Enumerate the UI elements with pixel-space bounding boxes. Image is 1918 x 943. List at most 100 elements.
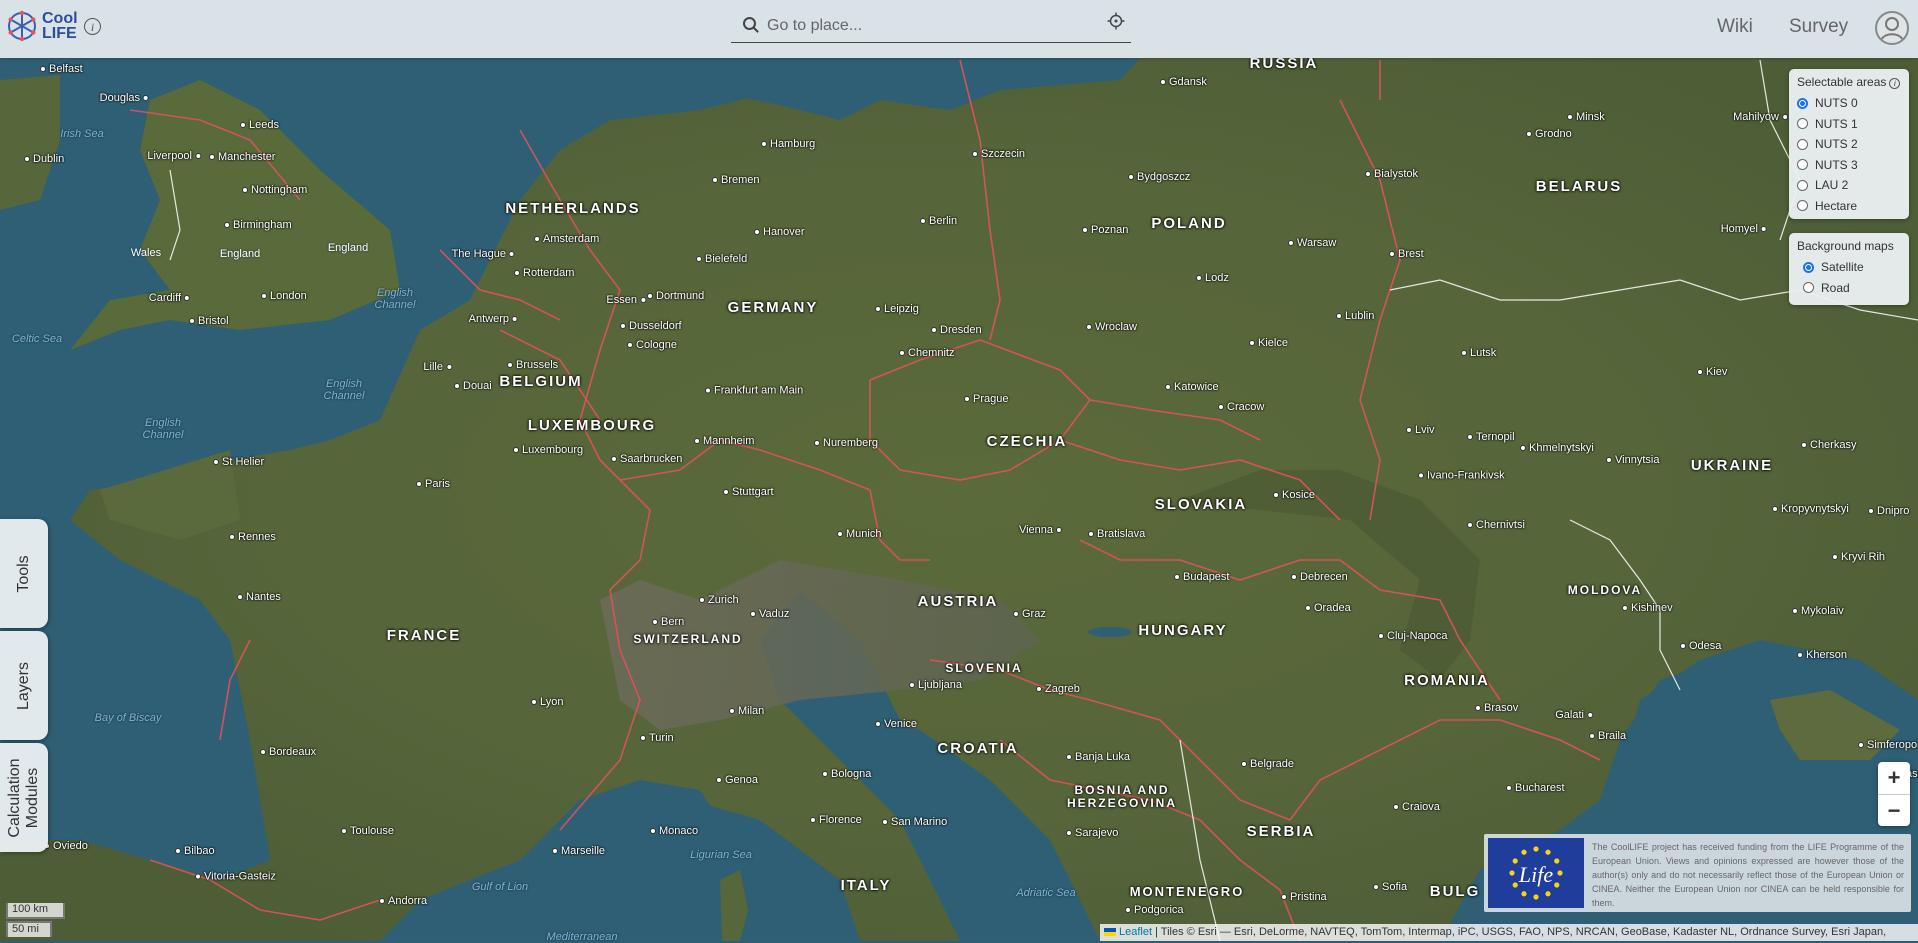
map-label-country: GERMANY	[727, 299, 819, 316]
map-label-city: Hanover	[754, 226, 805, 238]
zoom-out-button[interactable]: −	[1878, 795, 1910, 827]
map-label-country: HUNGARY	[1138, 622, 1228, 639]
map-label-city: Cracow	[1218, 401, 1264, 413]
map-label-city: Amsterdam	[534, 233, 599, 245]
map-label-city: Minsk	[1567, 111, 1605, 123]
map-label-region: England	[327, 242, 369, 254]
map-label-city: Berlin	[920, 215, 957, 227]
map-label-city: Prague	[964, 393, 1008, 405]
top-bar: Cool LIFE i Wiki Survey	[0, 0, 1918, 58]
map-label-country: AUSTRIA	[917, 593, 999, 610]
map-label-city: Leeds	[240, 119, 279, 131]
map-label-city: Szczecin	[972, 148, 1025, 160]
map-label-city: Ternopil	[1467, 431, 1515, 443]
background-maps-panel: Background maps Satellite Road	[1789, 233, 1909, 305]
eu-star	[1545, 849, 1551, 855]
radio-label: NUTS 1	[1815, 116, 1858, 131]
logo-text-line1: Cool	[42, 10, 78, 27]
map-canvas[interactable]: RUSSIA NETHERLANDS GERMANY POLAND BELARU…	[0, 0, 1918, 943]
radio-lau2[interactable]: LAU 2	[1797, 175, 1901, 196]
radio-nuts1[interactable]: NUTS 1	[1797, 114, 1901, 135]
map-label-city: Podgorica	[1125, 904, 1184, 916]
map-label-city: Kosice	[1273, 489, 1315, 501]
eu-star	[1521, 849, 1527, 855]
map-label-country: ROMANIA	[1404, 672, 1490, 689]
map-label-city: Odesa	[1680, 640, 1721, 652]
map-label-city: Ljubljana	[909, 679, 962, 691]
map-terrain	[0, 0, 1918, 941]
radio-satellite[interactable]: Satellite	[1797, 257, 1901, 278]
tab-calculation-modules-label: Calculation Modules	[6, 758, 42, 837]
radio-button[interactable]	[1797, 159, 1808, 171]
nav-link-wiki[interactable]: Wiki	[1717, 16, 1753, 38]
map-label-country: BELGIUM	[499, 373, 583, 390]
map-label-city: Nuremberg	[814, 437, 878, 449]
nav-link-survey[interactable]: Survey	[1789, 16, 1848, 38]
map-label-city: Kryvi Rih	[1832, 551, 1885, 563]
map-label-city: Antwerp	[469, 313, 518, 325]
map-label-city: Homyel	[1721, 223, 1767, 235]
map-label-city: Pristina	[1281, 891, 1327, 903]
radio-button[interactable]	[1803, 282, 1814, 294]
tab-layers[interactable]: Layers	[0, 631, 48, 740]
map-label-country: SERBIA	[1246, 823, 1316, 840]
map-label-water: Ligurian Sea	[690, 849, 752, 861]
tab-tools[interactable]: Tools	[0, 519, 48, 628]
radio-button[interactable]	[1797, 179, 1808, 191]
radio-button[interactable]	[1797, 200, 1808, 212]
map-label-city: Cologne	[627, 339, 677, 351]
eu-star	[1545, 891, 1551, 897]
user-avatar-icon[interactable]	[1875, 11, 1909, 45]
map-label-city: Budapest	[1174, 571, 1229, 583]
map-label-city: Bilbao	[175, 845, 215, 857]
map-label-city: San Marino	[882, 816, 947, 828]
info-icon[interactable]: i	[1889, 78, 1901, 89]
radio-label: Hectare	[1815, 198, 1858, 213]
radio-label: Satellite	[1821, 260, 1864, 275]
locate-icon[interactable]	[1107, 12, 1125, 30]
radio-button[interactable]	[1797, 138, 1808, 150]
map-label-city: Frankfurt am Main	[705, 385, 803, 397]
map-label-city: Vienna	[1019, 524, 1062, 536]
radio-nuts0[interactable]: NUTS 0	[1797, 93, 1901, 114]
eu-star	[1554, 882, 1560, 888]
map-label-country: HERZEGOVINA	[1066, 796, 1178, 810]
map-label-city: Craiova	[1393, 801, 1440, 813]
leaflet-link[interactable]: Leaflet	[1119, 926, 1152, 938]
logo-text-line2: LIFE	[42, 25, 77, 42]
map-label-city: Chernivtsi	[1467, 519, 1525, 531]
funding-notice: Life The CoolLIFE project has received f…	[1484, 834, 1911, 912]
eu-star	[1557, 870, 1563, 876]
radio-road[interactable]: Road	[1797, 278, 1901, 299]
radio-nuts2[interactable]: NUTS 2	[1797, 134, 1901, 155]
map-label-city: Vaduz	[750, 608, 789, 620]
attribution-text: | Tiles © Esri — Esri, DeLorme, NAVTEQ, …	[1152, 926, 1887, 938]
life-logo-text: Life	[1518, 862, 1553, 887]
map-label-city: Lublin	[1336, 310, 1374, 322]
radio-hectare[interactable]: Hectare	[1797, 196, 1901, 217]
map-label-city: Marseille	[552, 845, 605, 857]
selectable-areas-title: Selectable areas i	[1797, 75, 1901, 89]
map-label-city: Lille	[423, 361, 452, 373]
map-label-city: Turin	[640, 732, 674, 744]
eu-life-logo: Life	[1488, 838, 1584, 908]
radio-button[interactable]	[1797, 97, 1808, 109]
radio-nuts3[interactable]: NUTS 3	[1797, 155, 1901, 176]
eu-star	[1509, 870, 1515, 876]
background-maps-title: Background maps	[1797, 239, 1894, 253]
map-label-city: Sofia	[1373, 881, 1407, 893]
map-label-city: Cardiff	[149, 292, 190, 304]
scale-bar-km: 100 km	[6, 903, 65, 919]
coollife-logo[interactable]: Cool LIFE	[6, 10, 78, 42]
map-label-city: Kielce	[1249, 337, 1288, 349]
radio-button[interactable]	[1803, 261, 1814, 273]
eu-star	[1533, 846, 1539, 852]
search-input[interactable]	[765, 12, 1099, 40]
map-label-country: SLOVENIA	[945, 661, 1023, 675]
info-icon[interactable]: i	[84, 18, 101, 35]
zoom-in-button[interactable]: +	[1878, 762, 1910, 795]
radio-button[interactable]	[1797, 118, 1808, 130]
map-label-city: Liverpool	[147, 150, 201, 162]
tab-calculation-modules[interactable]: Calculation Modules	[0, 743, 48, 852]
funding-text: The CoolLIFE project has received fundin…	[1592, 842, 1904, 908]
